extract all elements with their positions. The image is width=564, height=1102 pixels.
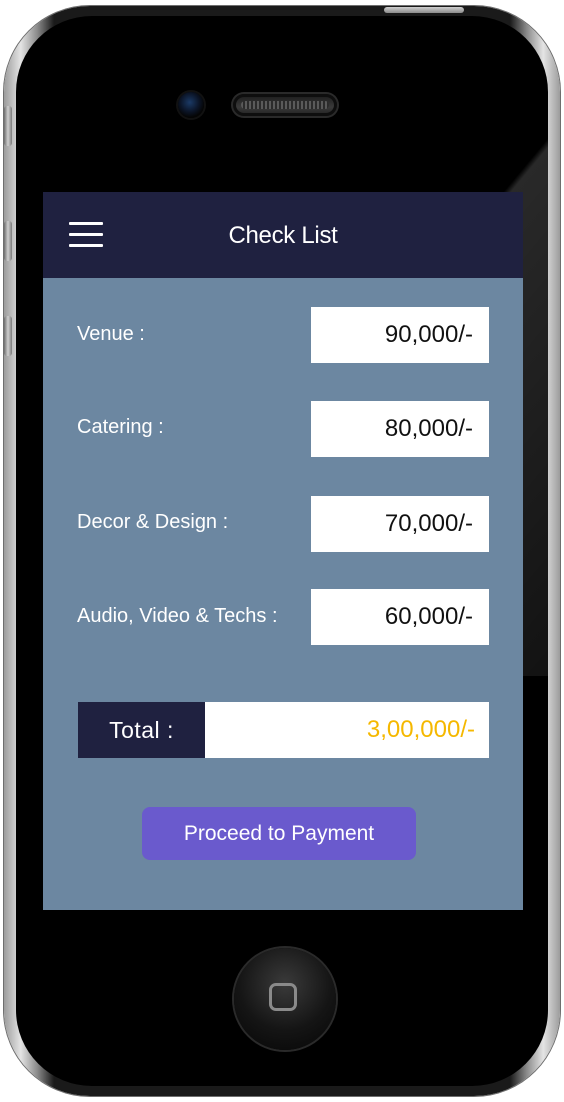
audio-video-techs-amount: 60,000/- <box>311 589 489 645</box>
catering-label: Catering : <box>77 416 164 438</box>
volume-down-button <box>4 316 12 356</box>
home-button[interactable] <box>234 948 336 1050</box>
venue-label: Venue : <box>77 323 145 345</box>
total-value: 3,00,000/- <box>205 702 489 758</box>
power-button <box>384 7 464 13</box>
app-screen: Check List Venue : 90,000/- Catering : 8… <box>43 192 523 910</box>
volume-up-button <box>4 221 12 261</box>
total-label: Total : <box>78 702 205 758</box>
decor-design-amount: 70,000/- <box>311 496 489 552</box>
decor-design-label: Decor & Design : <box>77 511 229 533</box>
catering-amount: 80,000/- <box>311 401 489 457</box>
earpiece-speaker <box>233 94 337 116</box>
home-square-icon <box>269 983 297 1011</box>
proceed-to-payment-button[interactable]: Proceed to Payment <box>142 807 416 860</box>
front-camera-icon <box>178 92 204 118</box>
mute-switch <box>4 106 12 146</box>
venue-amount: 90,000/- <box>311 307 489 363</box>
page-title: Check List <box>228 222 338 249</box>
app-header: Check List <box>43 192 523 278</box>
audio-video-techs-label: Audio, Video & Techs : <box>77 605 278 627</box>
